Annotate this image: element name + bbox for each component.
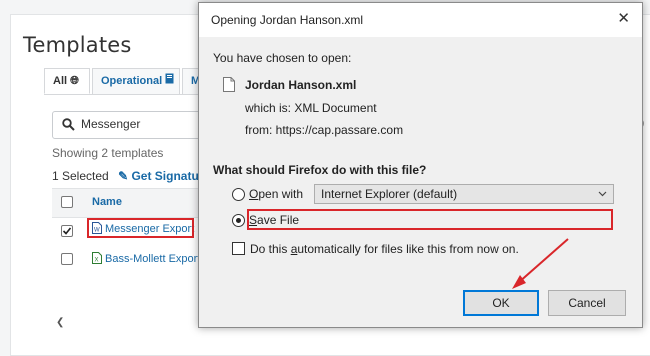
column-header-name[interactable]: Name (92, 196, 122, 208)
remember-label[interactable]: Do this automatically for files like thi… (250, 242, 519, 256)
chosen-label: You have chosen to open: (213, 51, 352, 65)
table-row: X Bass-Mollett Export (52, 252, 212, 282)
selection-bar: 1 Selected ✎ Get Signature (52, 169, 210, 183)
dialog-title: Opening Jordan Hanson.xml (211, 13, 364, 27)
file-type: which is: XML Document (245, 101, 377, 115)
open-with-app: Internet Explorer (default) (321, 187, 458, 201)
tab-operational-label: Operational (101, 75, 163, 87)
globe-icon: 🌐︎ (70, 75, 79, 87)
action-question: What should Firefox do with this file? (213, 163, 427, 177)
table-header: Name (52, 188, 212, 218)
horizontal-scrollbar[interactable]: ❮ (52, 316, 202, 330)
dialog-body: You have chosen to open: Jordan Hanson.x… (199, 37, 642, 327)
row-checkbox[interactable] (61, 253, 73, 265)
close-icon[interactable]: ✕ (617, 9, 630, 29)
open-with-label[interactable]: Open with (249, 187, 303, 201)
svg-text:X: X (95, 258, 99, 264)
document-icon (165, 73, 174, 87)
highlight-annotation-save (247, 209, 613, 230)
chevron-down-icon (598, 191, 607, 197)
file-name: Jordan Hanson.xml (245, 78, 357, 92)
save-file-radio[interactable] (232, 214, 245, 227)
results-count: Showing 2 templates (52, 146, 164, 160)
ok-button[interactable]: OK (463, 290, 539, 316)
file-source: from: https://cap.passare.com (245, 123, 404, 137)
template-link[interactable]: X Bass-Mollett Export (92, 252, 200, 265)
tab-all-label: All (53, 75, 68, 87)
row-checkbox[interactable] (61, 225, 73, 237)
file-icon (223, 77, 235, 92)
open-with-radio[interactable] (232, 188, 245, 201)
remember-checkbox[interactable] (232, 242, 245, 255)
scroll-left-icon[interactable]: ❮ (56, 317, 64, 328)
open-with-accel: O (249, 187, 259, 201)
select-all-checkbox[interactable] (61, 196, 73, 208)
search-box[interactable] (52, 111, 223, 139)
page-title: Templates (23, 33, 132, 57)
open-with-text: pen with (258, 187, 304, 201)
get-signature-link[interactable]: ✎ Get Signature (118, 169, 210, 183)
checkmark-icon (62, 227, 72, 235)
excel-file-icon: X (92, 252, 102, 264)
cancel-button[interactable]: Cancel (548, 290, 626, 316)
template-name: Bass-Mollett Export (105, 253, 201, 265)
search-icon (62, 118, 75, 131)
tab-operational[interactable]: Operational (92, 68, 180, 94)
radio-selected-dot (236, 218, 241, 223)
download-dialog: Opening Jordan Hanson.xml ✕ You have cho… (198, 2, 643, 328)
tab-all[interactable]: All 🌐︎ (44, 68, 90, 94)
highlight-annotation-row (87, 218, 194, 238)
selected-count: 1 Selected (52, 169, 109, 183)
open-with-select[interactable]: Internet Explorer (default) (314, 184, 614, 204)
tabs-divider (44, 94, 214, 95)
pencil-icon: ✎ (118, 169, 129, 183)
